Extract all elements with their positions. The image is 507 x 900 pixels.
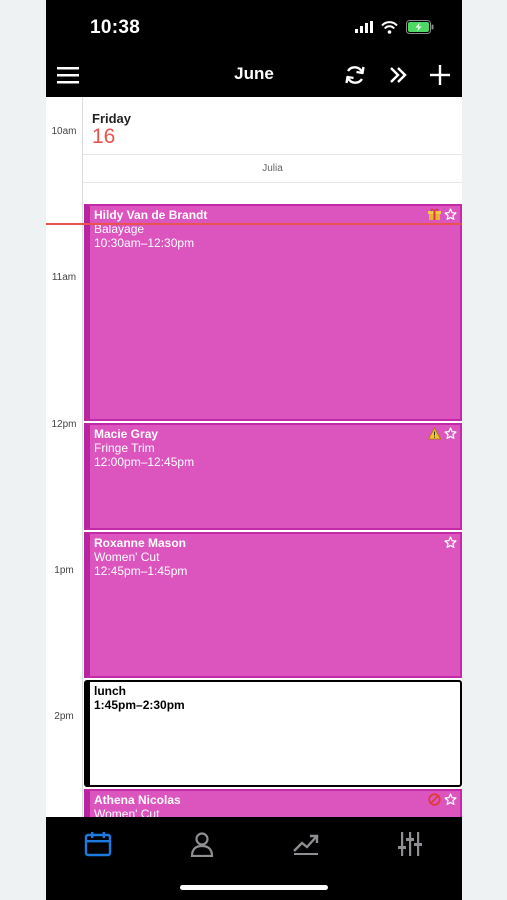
phone-screen: 10:38 June 10am 11am 12pm 1pm 2pm Friday… [46,0,462,900]
clients-tab-icon[interactable] [187,829,217,859]
status-bar: 10:38 [46,0,462,52]
star-icon[interactable] [444,536,457,549]
appointment-time: 12:00pm–12:45pm [94,455,195,469]
star-icon[interactable] [444,208,457,221]
break-block[interactable]: lunch 1:45pm–2:30pm [84,680,462,787]
no-entry-icon [428,793,441,806]
weekday-label: Friday [92,111,132,126]
top-nav-bar: June [46,52,462,97]
status-icons [355,20,434,34]
break-title: lunch [94,684,126,698]
star-icon[interactable] [444,793,457,806]
appointment-icons [428,793,457,806]
gift-icon [428,208,441,220]
calendar-tab-icon[interactable] [83,829,113,859]
appointment-icons [444,536,457,549]
appointment-card[interactable]: Hildy Van de Brandt Balayage 10:30am–12:… [84,204,462,421]
appointment-client: Roxanne Mason [94,536,187,550]
appointment-card[interactable]: Roxanne Mason Women' Cut 12:45pm–1:45pm [84,532,462,678]
battery-charging-icon [406,20,434,34]
wifi-icon [381,20,398,34]
time-column: 10am 11am 12pm 1pm 2pm [46,97,83,817]
appointment-icons [428,208,457,221]
home-indicator [180,885,328,890]
star-icon[interactable] [444,427,457,440]
staff-name: Julia [262,163,283,174]
day-header: Friday 16 [83,97,462,155]
appointment-client: Hildy Van de Brandt [94,208,208,222]
current-time-indicator [46,223,462,225]
appointment-icons [428,427,457,440]
appointment-service: Women' Cut [94,550,160,564]
break-time: 1:45pm–2:30pm [94,698,185,712]
refresh-icon[interactable] [342,62,368,88]
time-label: 11am [51,272,77,283]
cellular-signal-icon [355,21,373,33]
status-time: 10:38 [90,17,141,38]
time-label: 12pm [51,419,77,430]
staff-column-header[interactable]: Julia [83,155,462,183]
appointment-service: Fringe Trim [94,441,155,455]
warning-icon [428,427,441,440]
day-calendar[interactable]: 10am 11am 12pm 1pm 2pm Friday 16 Julia H… [46,97,462,817]
appointment-client: Macie Gray [94,427,159,441]
appointment-card[interactable]: Macie Gray Fringe Trim 12:00pm–12:45pm [84,423,462,530]
reports-tab-icon[interactable] [291,829,321,859]
date-number: 16 [92,125,116,148]
appointment-time: 10:30am–12:30pm [94,236,195,250]
add-icon[interactable] [427,62,453,88]
appointment-service: Women' Cut [94,807,160,817]
time-label: 2pm [54,711,74,722]
settings-sliders-tab-icon[interactable] [395,829,425,859]
bottom-tab-bar [46,817,462,900]
appointment-time: 12:45pm–1:45pm [94,564,188,578]
time-label: 1pm [54,565,74,576]
appointment-client: Athena Nicolas [94,793,181,807]
forward-icon[interactable] [385,62,411,88]
appointment-card[interactable]: Athena Nicolas Women' Cut [84,789,462,817]
time-label: 10am [51,126,77,137]
